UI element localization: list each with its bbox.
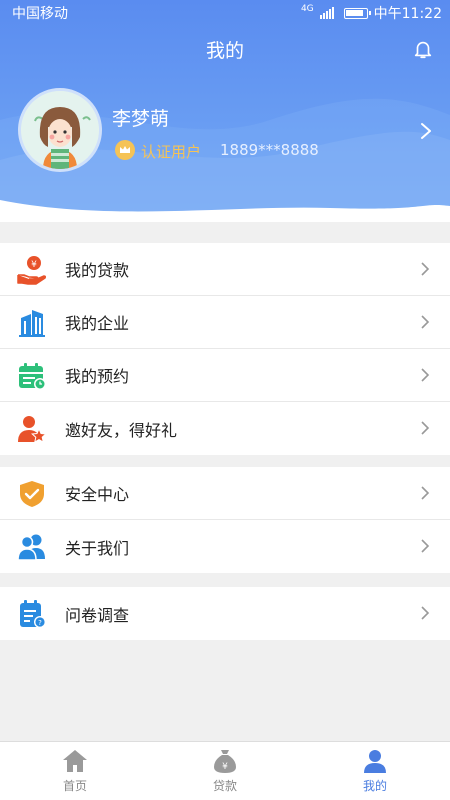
network-type: 4G: [300, 4, 314, 14]
status-time: 中午11:22: [373, 6, 442, 22]
chevron-right-icon: [421, 421, 430, 435]
bell-icon[interactable]: [412, 38, 434, 60]
chevron-right-icon[interactable]: [420, 122, 432, 140]
tab-mine[interactable]: 我的: [300, 742, 450, 800]
menu-item-label: 邀好友，得好礼: [65, 420, 178, 440]
bottom-tab-bar: 首页 ¥ 贷款 我的: [0, 741, 450, 800]
chevron-right-icon: [421, 315, 430, 329]
menu-item-my-appointments[interactable]: 我的预约: [0, 349, 450, 402]
chevron-right-icon: [421, 262, 430, 276]
loan-hand-icon: ¥: [17, 256, 47, 285]
menu-item-security-center[interactable]: 安全中心: [0, 467, 450, 520]
menu-item-label: 我的预约: [65, 367, 130, 386]
user-name: 李梦萌: [112, 108, 170, 130]
battery-icon: [343, 7, 371, 19]
crown-icon: [115, 140, 135, 160]
menu-item-label: 问卷调查: [65, 605, 130, 625]
tab-label: 贷款: [212, 779, 237, 793]
avatar-illustration-icon: [21, 91, 99, 169]
tab-loans[interactable]: ¥ 贷款: [150, 742, 300, 800]
menu-item-invite-friends[interactable]: 邀好友，得好礼: [0, 402, 450, 455]
status-bar: 中国移动 4G 中午11:22: [0, 0, 450, 24]
building-icon: [19, 310, 45, 337]
menu-item-about-us[interactable]: 关于我们: [0, 520, 450, 573]
tab-label: 首页: [62, 779, 87, 793]
shield-check-icon: [20, 481, 44, 507]
tab-label: 我的: [362, 779, 387, 793]
menu-item-label: 关于我们: [65, 538, 130, 558]
menu-item-survey[interactable]: ? 问卷调查: [0, 587, 450, 640]
menu-item-label: 我的企业: [65, 314, 130, 333]
survey-icon: ?: [20, 600, 46, 628]
svg-text:¥: ¥: [222, 762, 228, 772]
chevron-right-icon: [421, 368, 430, 382]
user-phone: 1889***8888: [220, 141, 319, 159]
calendar-icon: [19, 363, 46, 390]
home-icon: [63, 750, 87, 772]
menu-item-my-loans[interactable]: ¥ 我的贷款: [0, 243, 450, 296]
users-icon: [17, 534, 45, 561]
menu-group-services: ¥ 我的贷款 我的企业 我的预约 邀好友，得好礼: [0, 243, 450, 455]
menu-group-survey: ? 问卷调查: [0, 587, 450, 640]
tab-home[interactable]: 首页: [0, 742, 150, 800]
avatar[interactable]: [18, 88, 102, 172]
signal-icon: [319, 7, 334, 19]
money-bag-icon: ¥: [214, 750, 236, 773]
verified-user-label: 认证用户: [141, 143, 202, 161]
menu-item-label: 安全中心: [65, 485, 130, 504]
page-title: 我的: [205, 40, 244, 62]
menu-group-about: 安全中心 关于我们: [0, 467, 450, 573]
svg-text:?: ?: [38, 619, 42, 627]
chevron-right-icon: [421, 539, 430, 553]
chevron-right-icon: [421, 486, 430, 500]
person-icon: [364, 750, 386, 773]
invite-friend-icon: [18, 416, 47, 443]
carrier-name: 中国移动: [12, 6, 68, 22]
svg-text:¥: ¥: [31, 260, 37, 270]
menu-item-my-company[interactable]: 我的企业: [0, 296, 450, 349]
chevron-right-icon: [421, 606, 430, 620]
profile-header: 中国移动 4G 中午11:22 我的 李梦萌 认证用户 1889***8888: [0, 0, 450, 222]
menu-item-label: 我的贷款: [65, 261, 130, 280]
